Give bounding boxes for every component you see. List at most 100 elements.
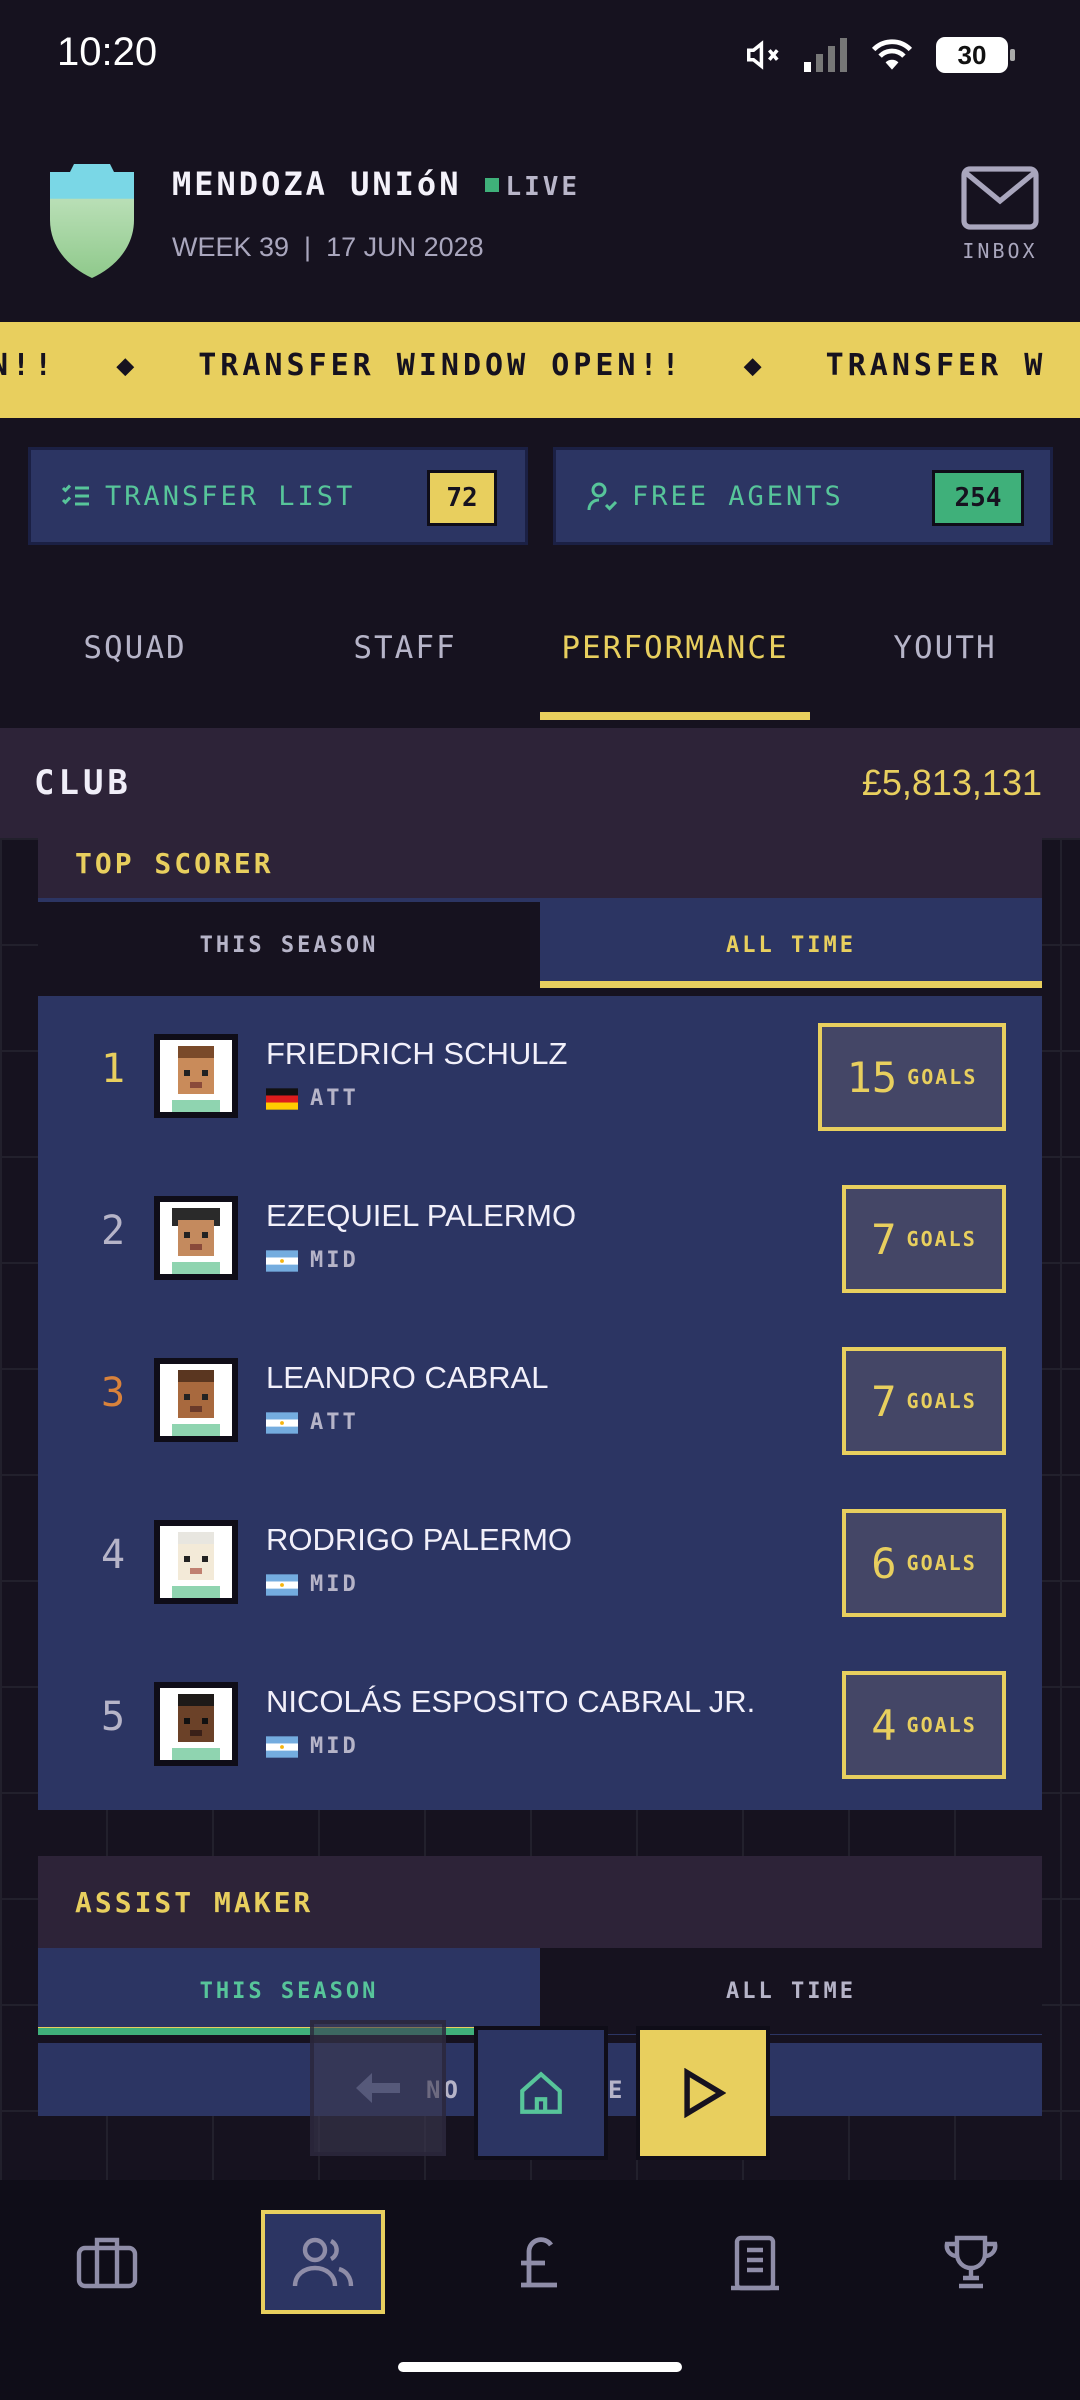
wifi-icon (871, 39, 913, 70)
player-avatar (154, 1520, 238, 1604)
ticker-text-partial: TRANSFER W (825, 348, 1047, 383)
club-balance: £5,813,131 (861, 762, 1042, 803)
top-scorer-title: TOP SCORER (38, 838, 1042, 898)
mute-icon (747, 40, 779, 70)
nav-squad[interactable] (261, 2210, 385, 2314)
home-icon (520, 2071, 562, 2114)
assist-this-season-tab[interactable]: THIS SEASON (38, 1948, 540, 2034)
scorer-row-4[interactable]: 4 RODRIGO PALERMO MID 6 GOALS (38, 1482, 1042, 1644)
live-label: LIVE (505, 172, 581, 202)
player-meta: ATT (266, 1410, 359, 1435)
free-agents-button[interactable]: FREE AGENTS 254 (553, 447, 1053, 545)
news-ticker: N!! ◆ TRANSFER WINDOW OPEN!! ◆ TRANSFER W (0, 322, 1080, 418)
transfer-list-button[interactable]: TRANSFER LIST 72 (28, 447, 528, 545)
top-scorer-this-season-tab[interactable]: THIS SEASON (38, 902, 540, 988)
status-bar: 10:20 30 (0, 0, 1080, 110)
nav-facilities[interactable] (693, 2210, 817, 2314)
club-balance-bar: CLUB £5,813,131 (0, 728, 1080, 838)
player-name: EZEQUIEL PALERMO (266, 1198, 577, 1233)
player-name: RODRIGO PALERMO (266, 1522, 573, 1557)
transfer-list-count-badge: 72 (427, 470, 497, 526)
pound-icon (521, 2237, 557, 2288)
inbox-button[interactable]: INBOX (955, 165, 1045, 263)
scorer-row-3[interactable]: 3 LEANDRO CABRAL ATT 7 GOALS (38, 1320, 1042, 1482)
header: MENDOZA UNIóN LIVE WEEK 39 | 17 JUN 2028 … (0, 110, 1080, 315)
player-position: ATT (310, 1410, 359, 1435)
top-scorer-card: TOP SCORER THIS SEASON ALL TIME 1 FRIEDR… (38, 838, 1042, 1810)
goals-count: 7 (871, 1376, 897, 1426)
argentina-flag-icon (266, 1411, 298, 1434)
play-continue-button[interactable] (636, 2026, 770, 2160)
goals-label: GOALS (906, 1713, 977, 1737)
goals-label: GOALS (906, 1551, 977, 1575)
player-meta: MID (266, 1248, 359, 1273)
argentina-flag-icon (266, 1249, 298, 1272)
scorer-row-5[interactable]: 5 NICOLÁS ESPOSITO CABRAL JR. MID 4 GOAL… (38, 1644, 1042, 1806)
week-label: WEEK 39 (172, 232, 290, 262)
goals-count: 7 (871, 1214, 897, 1264)
live-indicator-icon (485, 177, 500, 192)
player-avatar (154, 1196, 238, 1280)
argentina-flag-icon (266, 1735, 298, 1758)
player-avatar (154, 1682, 238, 1766)
tab-staff[interactable]: STAFF (270, 575, 540, 720)
trophy-icon (944, 2235, 998, 2289)
tab-squad[interactable]: SQUAD (0, 575, 270, 720)
goals-badge: 6 GOALS (842, 1509, 1006, 1617)
arrow-left-icon (356, 2073, 400, 2103)
scorer-rank: 4 (100, 1532, 126, 1578)
free-agents-count-badge: 254 (932, 470, 1024, 526)
goals-badge: 4 GOALS (842, 1671, 1006, 1779)
goals-label: GOALS (907, 1065, 978, 1089)
ticker-text: TRANSFER WINDOW OPEN!! (198, 348, 684, 383)
week-date-line: WEEK 39 | 17 JUN 2028 (172, 232, 484, 262)
transfer-list-label: TRANSFER LIST (105, 480, 356, 512)
scorer-rank: 5 (100, 1694, 126, 1740)
tab-performance[interactable]: PERFORMANCE (540, 575, 810, 720)
inbox-label: INBOX (962, 239, 1038, 263)
player-avatar (154, 1034, 238, 1118)
nav-briefcase[interactable] (45, 2210, 169, 2314)
home-button[interactable] (474, 2026, 608, 2160)
goals-badge: 15 GOALS (818, 1023, 1006, 1131)
scorer-row-2[interactable]: 2 EZEQUIEL PALERMO MID 7 GOALS (38, 1158, 1042, 1320)
back-button[interactable] (310, 2020, 446, 2156)
club-name-text: MENDOZA UNIóN (172, 165, 462, 203)
goals-badge: 7 GOALS (842, 1185, 1006, 1293)
briefcase-icon (76, 2237, 138, 2289)
scorer-rank: 1 (100, 1046, 126, 1092)
mail-icon (961, 166, 1039, 230)
ticker-text-partial: N!! (0, 348, 57, 383)
status-icons: 30 (744, 36, 1015, 74)
free-agents-label: FREE AGENTS (632, 480, 844, 512)
club-crest-icon (50, 164, 134, 278)
player-name: NICOLÁS ESPOSITO CABRAL JR. (266, 1684, 756, 1719)
player-meta: MID (266, 1734, 359, 1759)
date-label: 17 JUN 2028 (326, 232, 484, 262)
building-icon (731, 2235, 779, 2291)
tab-youth[interactable]: YOUTH (810, 575, 1080, 720)
assist-tab-underline (38, 2028, 540, 2035)
top-scorer-all-time-tab[interactable]: ALL TIME (540, 902, 1042, 988)
assist-all-time-tab[interactable]: ALL TIME (540, 1948, 1042, 2034)
player-position: MID (310, 1572, 359, 1597)
nav-finances[interactable] (477, 2210, 601, 2314)
signal-icon (804, 38, 847, 72)
assist-maker-period-toggle: THIS SEASON ALL TIME (38, 1948, 1042, 2034)
scorer-rank: 2 (100, 1208, 126, 1254)
checklist-icon (61, 484, 89, 506)
play-icon (684, 2068, 726, 2118)
performance-content[interactable]: TOP SCORER THIS SEASON ALL TIME 1 FRIEDR… (0, 838, 1080, 2180)
germany-flag-icon (266, 1087, 298, 1110)
goals-count: 15 (846, 1052, 898, 1102)
scorer-row-1[interactable]: 1 FRIEDRICH SCHULZ ATT 15 GOALS (38, 996, 1042, 1158)
club-label: CLUB (34, 763, 132, 803)
player-position: MID (310, 1734, 359, 1759)
battery-icon: 30 (936, 37, 1015, 73)
player-meta: ATT (266, 1086, 359, 1111)
nav-trophies[interactable] (909, 2210, 1033, 2314)
ticker-separator-icon: ◆ (743, 348, 766, 383)
player-name: LEANDRO CABRAL (266, 1360, 549, 1395)
player-position: MID (310, 1248, 359, 1273)
ticker-separator-icon: ◆ (116, 348, 139, 383)
